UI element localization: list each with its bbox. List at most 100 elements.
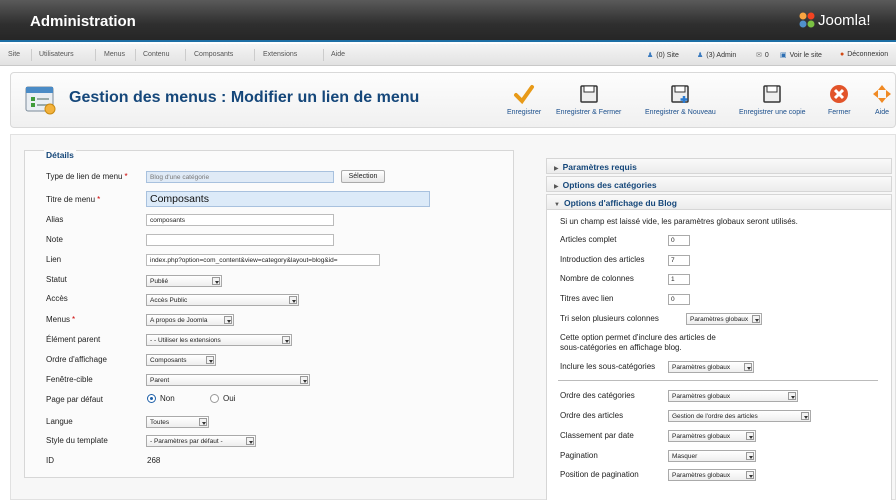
pagination-label: Pagination bbox=[560, 451, 598, 460]
chevron-down-icon bbox=[746, 432, 754, 440]
caret-right-icon: ▶ bbox=[554, 184, 559, 190]
joomla-logo-text: Joomla! bbox=[818, 11, 871, 29]
order-label: Ordre d'affichage bbox=[46, 355, 107, 364]
language-select[interactable]: Toutes bbox=[146, 416, 209, 428]
messages-status[interactable]: ✉ 0 bbox=[756, 51, 769, 60]
menu-extensions[interactable]: Extensions bbox=[263, 51, 297, 58]
order-select[interactable]: Composants bbox=[146, 354, 216, 366]
pagination-position-select[interactable]: Paramètres globaux bbox=[668, 469, 756, 481]
close-button[interactable]: Fermer bbox=[828, 83, 851, 116]
save-copy-icon bbox=[763, 85, 782, 103]
article-order-label: Ordre des articles bbox=[560, 411, 624, 420]
chevron-down-icon bbox=[224, 316, 232, 324]
default-no-radio[interactable]: Non bbox=[147, 394, 175, 403]
mail-icon: ✉ bbox=[756, 52, 762, 59]
menu-components[interactable]: Composants bbox=[194, 51, 233, 58]
chevron-down-icon bbox=[289, 296, 297, 304]
window-label: Fenêtre-cible bbox=[46, 375, 93, 384]
chevron-down-icon bbox=[206, 356, 214, 364]
target-window-select[interactable]: Parent bbox=[146, 374, 310, 386]
pagination-select[interactable]: Masquer bbox=[668, 450, 756, 462]
admin-users-status[interactable]: ♟ (3) Admin bbox=[697, 51, 736, 60]
admin-title: Administration bbox=[30, 13, 136, 30]
select-type-button[interactable]: Sélection bbox=[341, 170, 385, 183]
multi-column-select[interactable]: Paramètres globaux bbox=[686, 313, 762, 325]
date-order-select[interactable]: Paramètres globaux bbox=[668, 430, 756, 442]
subcat-select[interactable]: Paramètres globaux bbox=[668, 361, 754, 373]
chevron-down-icon bbox=[746, 471, 754, 479]
menu-manager-icon bbox=[25, 85, 57, 117]
id-label: ID bbox=[46, 456, 54, 465]
leading-label: Articles complet bbox=[560, 235, 617, 244]
chevron-down-icon bbox=[246, 437, 254, 445]
chevron-down-icon bbox=[801, 412, 809, 420]
menu-content[interactable]: Contenu bbox=[143, 51, 169, 58]
save-new-icon bbox=[671, 85, 690, 103]
default-yes-radio[interactable]: Oui bbox=[210, 394, 235, 403]
status-select[interactable]: Publié bbox=[146, 275, 222, 287]
status-label: Statut bbox=[46, 275, 67, 284]
menu-users[interactable]: Utilisateurs bbox=[39, 51, 74, 58]
menu-title-input[interactable]: Composants bbox=[146, 191, 430, 207]
menu-menus[interactable]: Menus bbox=[104, 51, 125, 58]
subcat-info-line2: sous-catégories en affichage blog. bbox=[560, 343, 682, 352]
save-copy-button[interactable]: Enregistrer une copie bbox=[739, 83, 806, 116]
menu-help[interactable]: Aide bbox=[331, 51, 345, 58]
menu-separator bbox=[95, 49, 96, 61]
menu-separator bbox=[31, 49, 32, 61]
default-page-label: Page par défaut bbox=[46, 395, 103, 404]
columns-input[interactable]: 1 bbox=[668, 274, 690, 285]
category-options-panel[interactable]: ▶ Options des catégories bbox=[546, 176, 892, 192]
chevron-down-icon bbox=[199, 418, 207, 426]
leading-input[interactable]: 0 bbox=[668, 235, 690, 246]
logout-link[interactable]: ● Déconnexion bbox=[840, 51, 888, 58]
menu-site[interactable]: Site bbox=[8, 51, 20, 58]
chevron-down-icon bbox=[752, 315, 760, 323]
intro-label: Introduction des articles bbox=[560, 255, 645, 264]
id-value: 268 bbox=[147, 456, 161, 465]
parent-select[interactable]: - - Utiliser les extensions bbox=[146, 334, 292, 346]
columns-label: Nombre de colonnes bbox=[560, 274, 634, 283]
details-legend: Détails bbox=[44, 150, 76, 160]
monitor-icon: ▣ bbox=[780, 52, 787, 59]
admin-header: Administration Joomla! bbox=[0, 0, 896, 42]
type-label: Type de lien de menu * bbox=[46, 172, 128, 181]
save-close-icon bbox=[579, 85, 598, 103]
view-site-link[interactable]: ▣ Voir le site bbox=[780, 51, 822, 60]
alias-label: Alias bbox=[46, 215, 64, 224]
access-select[interactable]: Accès Public bbox=[146, 294, 299, 306]
blog-options-panel[interactable]: ▼ Options d'affichage du Blog bbox=[546, 194, 892, 210]
help-icon bbox=[873, 85, 891, 103]
save-new-button[interactable]: Enregistrer & Nouveau bbox=[645, 83, 716, 116]
alias-input[interactable]: composants bbox=[146, 214, 334, 226]
menus-select[interactable]: A propos de Joomla bbox=[146, 314, 234, 326]
template-style-select[interactable]: - Paramètres par défaut - bbox=[146, 435, 256, 447]
title-label: Titre de menu * bbox=[46, 195, 101, 204]
intro-input[interactable]: 7 bbox=[668, 255, 690, 266]
links-input[interactable]: 0 bbox=[668, 294, 690, 305]
menu-type-field: Blog d'une catégorie bbox=[146, 171, 334, 183]
joomla-logo[interactable]: Joomla! bbox=[798, 11, 871, 29]
save-close-button[interactable]: Enregistrer & Fermer bbox=[556, 83, 621, 116]
caret-down-icon: ▼ bbox=[554, 202, 560, 208]
main-menu-bar: Site Utilisateurs Menus Contenu Composan… bbox=[0, 44, 896, 66]
note-input[interactable] bbox=[146, 234, 334, 246]
chevron-down-icon bbox=[212, 277, 220, 285]
save-button[interactable]: Enregistrer bbox=[507, 83, 541, 116]
blog-note: Si un champ est laissé vide, les paramèt… bbox=[560, 217, 798, 226]
category-order-select[interactable]: Paramètres globaux bbox=[668, 390, 798, 402]
help-button[interactable]: Aide bbox=[871, 83, 893, 116]
note-label: Note bbox=[46, 235, 63, 244]
chevron-down-icon bbox=[282, 336, 290, 344]
logout-icon: ● bbox=[840, 51, 845, 58]
checkmark-icon bbox=[514, 85, 535, 105]
article-order-select[interactable]: Gestion de l'ordre des articles bbox=[668, 410, 811, 422]
subcat-info-line1: Cette option permet d'inclure des articl… bbox=[560, 333, 716, 342]
link-field[interactable]: index.php?option=com_content&view=catego… bbox=[146, 254, 380, 266]
required-params-panel[interactable]: ▶ Paramètres requis bbox=[546, 158, 892, 174]
chevron-down-icon bbox=[746, 452, 754, 460]
joomla-logo-icon bbox=[799, 12, 815, 28]
site-users-status[interactable]: ♟ (0) Site bbox=[647, 51, 679, 60]
link-label: Lien bbox=[46, 255, 62, 264]
links-label: Titres avec lien bbox=[560, 294, 614, 303]
